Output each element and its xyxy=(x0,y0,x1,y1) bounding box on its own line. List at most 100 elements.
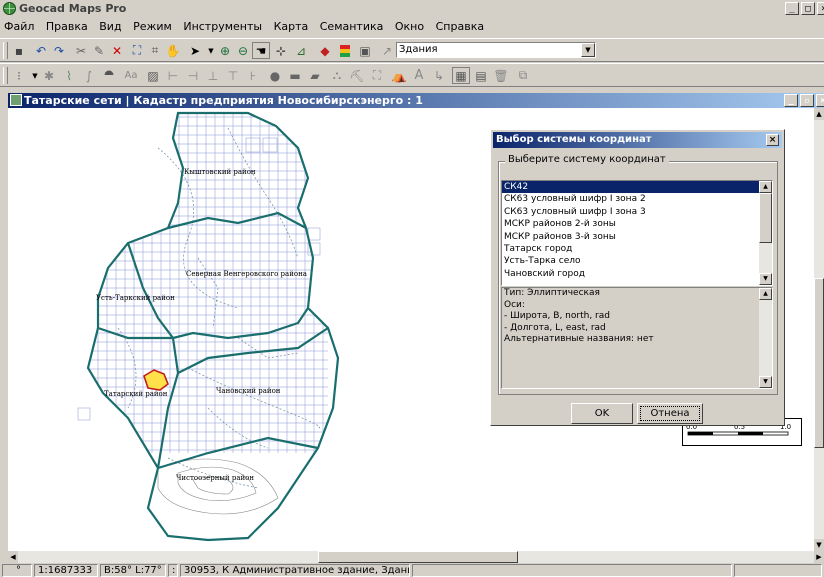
vertical-scrollbar[interactable]: ▲ ▼ xyxy=(814,108,824,551)
edit-tool-icon[interactable]: ✂ xyxy=(72,42,90,59)
split-icon[interactable]: ⛏ xyxy=(348,67,366,84)
coordinate-system-list[interactable]: СК42 СК63 условный шифр I зона 2 СК63 ус… xyxy=(501,180,773,286)
scroll-right-icon[interactable]: ▶ xyxy=(814,551,824,563)
menu-edit[interactable]: Правка xyxy=(42,18,92,33)
layer-icon[interactable]: ◆ xyxy=(316,42,334,59)
list-item[interactable]: СК63 условный шифр I зона 2 xyxy=(502,193,772,205)
list-scrollbar[interactable]: ▲ ▼ xyxy=(759,181,772,285)
menu-bar: Файл Правка Вид Режим Инструменты Карта … xyxy=(0,18,824,36)
close-button[interactable]: × xyxy=(817,2,824,15)
redo-icon[interactable]: ↷ xyxy=(50,42,68,59)
toolbar-grip[interactable] xyxy=(3,67,8,84)
menu-map[interactable]: Карта xyxy=(270,18,313,33)
undo-icon[interactable]: ↶ xyxy=(32,42,50,59)
scroll-up-icon[interactable]: ▲ xyxy=(814,108,824,120)
cadastral-grid xyxy=(88,113,328,453)
attributes-icon[interactable]: ⛺ xyxy=(390,67,408,84)
copy-icon[interactable]: ⧉ xyxy=(514,67,532,84)
menu-view[interactable]: Вид xyxy=(95,18,125,33)
horizontal-scroll-thumb[interactable] xyxy=(318,551,518,563)
delete-icon[interactable]: ✕ xyxy=(108,42,126,59)
list-item[interactable]: МСКР районов 3-й зоны xyxy=(502,231,772,243)
group-label: Выберите систему координат xyxy=(505,154,669,165)
info-scroll-up-icon[interactable]: ▲ xyxy=(759,288,772,300)
label-vengerovsky: Северная Венгеровского района xyxy=(186,270,307,278)
trash-icon[interactable]: 🗑 xyxy=(492,67,510,84)
status-icon: ° xyxy=(2,564,32,577)
polyline-icon[interactable]: ⌇ xyxy=(60,67,78,84)
menu-file[interactable]: Файл xyxy=(0,18,38,33)
scroll-left-icon[interactable]: ◀ xyxy=(8,551,18,563)
menu-window[interactable]: Окно xyxy=(391,18,428,33)
dimension3-icon[interactable]: ⊥ xyxy=(204,67,222,84)
label-place-icon[interactable]: ↳ xyxy=(430,67,448,84)
polygon-icon[interactable]: ⯊ xyxy=(100,67,118,84)
node-tool-icon[interactable]: ✎ xyxy=(90,42,108,59)
dimension5-icon[interactable]: ⊦ xyxy=(244,67,262,84)
dimension2-icon[interactable]: ⊣ xyxy=(184,67,202,84)
list-scroll-thumb[interactable] xyxy=(759,193,772,243)
table-icon[interactable]: ▦ xyxy=(452,67,470,84)
minimize-button[interactable]: _ xyxy=(785,2,799,15)
hand-icon[interactable]: ☚ xyxy=(252,42,270,59)
dialog-close-button[interactable]: × xyxy=(766,134,779,146)
scroll-down-icon[interactable]: ▼ xyxy=(814,539,824,551)
list-item[interactable]: Чановский город xyxy=(502,268,772,280)
layer-select[interactable]: Здания ▼ xyxy=(396,42,596,58)
label-ust-tarksky: Усть-Таркский район xyxy=(96,294,175,302)
app-title-bar: Geocad Maps Pro _ □ × xyxy=(0,0,824,18)
zoom-in-icon[interactable]: ⊕ xyxy=(216,42,234,59)
list-scroll-down-icon[interactable]: ▼ xyxy=(759,273,772,285)
menu-tools[interactable]: Инструменты xyxy=(179,18,266,33)
pan-icon[interactable]: ✋ xyxy=(164,42,182,59)
select-rect-icon[interactable]: ⛶ xyxy=(128,42,146,59)
properties-icon[interactable]: ▣ xyxy=(356,42,374,59)
grid-select-icon[interactable]: ⌗ xyxy=(146,42,164,59)
measure-icon[interactable]: ⊿ xyxy=(292,42,310,59)
transform-icon[interactable]: ⛶ xyxy=(368,67,386,84)
list-item[interactable]: СК42 xyxy=(502,181,772,194)
chevron-down-icon[interactable]: ▼ xyxy=(581,43,595,57)
merge-icon[interactable]: ⛬ xyxy=(328,67,346,84)
multipoint-icon[interactable]: ✱ xyxy=(40,67,58,84)
doc-minimize-button[interactable]: _ xyxy=(784,94,798,107)
menu-mode[interactable]: Режим xyxy=(129,18,176,33)
crosshair-icon[interactable]: ⊹ xyxy=(272,42,290,59)
toolbar-grip[interactable] xyxy=(3,42,8,59)
info-line: Альтернативные названия: нет xyxy=(504,334,654,344)
dimension4-icon[interactable]: ⊤ xyxy=(224,67,242,84)
layer-edit-icon[interactable]: ↗ xyxy=(378,42,396,59)
grid-icon[interactable]: ▤ xyxy=(472,67,490,84)
menu-semantics[interactable]: Семантика xyxy=(316,18,388,33)
ok-button[interactable]: OK xyxy=(571,403,633,424)
list-item[interactable]: МСКР районов 2-й зоны xyxy=(502,218,772,230)
image-icon[interactable]: ▨ xyxy=(144,67,162,84)
maximize-button[interactable]: □ xyxy=(801,2,815,15)
menu-help[interactable]: Справка xyxy=(432,18,488,33)
cancel-button[interactable]: Отнена xyxy=(637,403,703,424)
list-item[interactable]: Усть-Тарка село xyxy=(502,255,772,267)
info-scroll-down-icon[interactable]: ▼ xyxy=(759,376,772,388)
doc-close-button[interactable]: × xyxy=(816,94,824,107)
legend-icon[interactable] xyxy=(336,42,354,59)
zoom-out-icon[interactable]: ⊖ xyxy=(234,42,252,59)
list-item[interactable]: СК63 условный шифр I зона 3 xyxy=(502,206,772,218)
list-scroll-up-icon[interactable]: ▲ xyxy=(759,181,772,193)
horizontal-scrollbar[interactable]: ◀ ▶ xyxy=(8,551,824,563)
circle-icon[interactable]: ● xyxy=(266,67,284,84)
rectangle-icon[interactable]: ▬ xyxy=(286,67,304,84)
doc-restore-button[interactable]: ▫ xyxy=(800,94,814,107)
curve-icon[interactable]: ∫ xyxy=(80,67,98,84)
info-line: Оси: xyxy=(504,299,525,310)
font-icon[interactable]: A xyxy=(410,67,428,84)
info-line: - Долгота, L, east, rad xyxy=(504,322,606,333)
window-controls: _ □ × xyxy=(785,2,824,15)
vertical-scroll-thumb[interactable] xyxy=(814,278,824,448)
info-line: - Широта, B, north, rad xyxy=(504,311,610,321)
info-scrollbar[interactable]: ▲ ▼ xyxy=(759,288,772,388)
save-icon[interactable]: ▪ xyxy=(10,42,28,59)
text-label-icon[interactable]: Aa xyxy=(122,67,140,84)
dimension-icon[interactable]: ⊢ xyxy=(164,67,182,84)
list-item[interactable]: Татарск город xyxy=(502,243,772,255)
parallelogram-icon[interactable]: ▰ xyxy=(306,67,324,84)
